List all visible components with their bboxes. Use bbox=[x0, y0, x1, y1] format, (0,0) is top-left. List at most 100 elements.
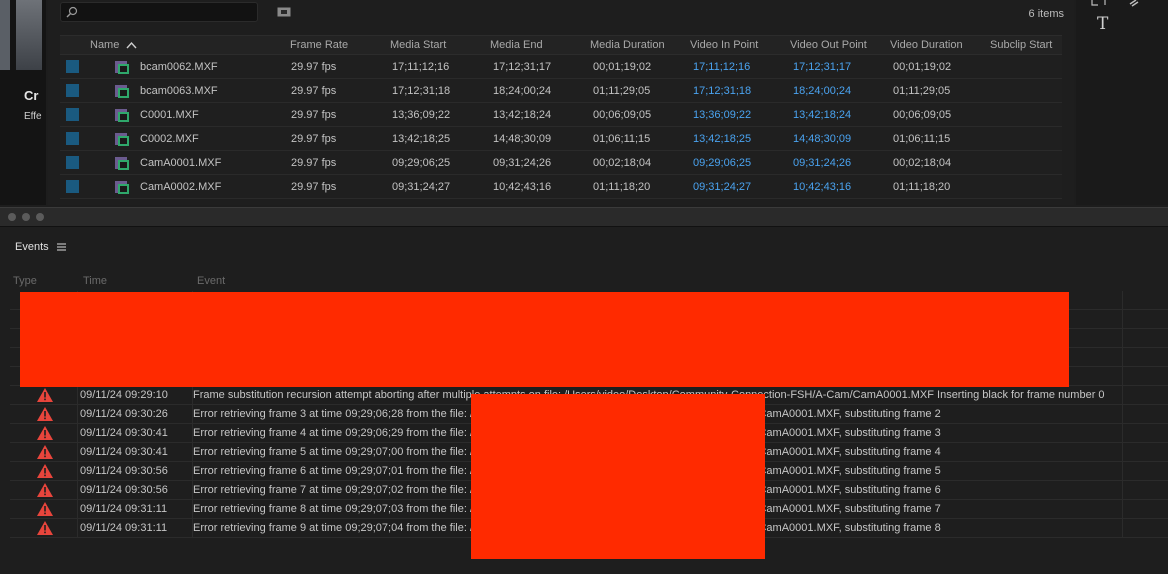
column-header-video-in-point[interactable]: Video In Point bbox=[690, 39, 758, 51]
table-row[interactable]: C0001.MXF 29.97 fps 13;36;09;22 13;42;18… bbox=[60, 103, 1062, 127]
media-end: 09;31;24;26 bbox=[493, 157, 552, 169]
table-row[interactable]: CamA0002.MXF 29.97 fps 09;31;24;27 10;42… bbox=[60, 175, 1062, 199]
sort-ascending-icon[interactable] bbox=[126, 41, 137, 49]
media-start: 17;11;12;16 bbox=[392, 61, 450, 73]
video-out-point[interactable]: 13;42;18;24 bbox=[793, 109, 851, 121]
label-color-swatch[interactable] bbox=[66, 84, 79, 97]
media-duration: 00;02;18;04 bbox=[593, 157, 652, 169]
column-header-name[interactable]: Name bbox=[90, 39, 119, 51]
type-tool-icon[interactable]: T bbox=[1097, 14, 1108, 34]
label-color-swatch[interactable] bbox=[66, 156, 79, 169]
clip-name[interactable]: C0001.MXF bbox=[140, 109, 199, 121]
warning-icon bbox=[37, 521, 53, 535]
column-header-video-out-point[interactable]: Video Out Point bbox=[790, 39, 867, 51]
event-time: 09/11/24 09:31:11 bbox=[80, 522, 168, 534]
clip-name[interactable]: CamA0001.MXF bbox=[140, 157, 221, 169]
left-panel-title: Cr bbox=[24, 88, 39, 103]
thumbnail[interactable] bbox=[0, 0, 10, 70]
label-color-swatch[interactable] bbox=[66, 180, 79, 193]
table-row[interactable]: bcam0063.MXF 29.97 fps 17;12;31;18 18;24… bbox=[60, 79, 1062, 103]
events-window: Events Type Time Event 09/11/24 09:29:10… bbox=[0, 207, 1168, 574]
video-duration: 01;11;29;05 bbox=[893, 85, 951, 97]
panel-menu-icon[interactable] bbox=[57, 243, 66, 251]
tools-panel: T bbox=[1076, 0, 1168, 205]
clip-name[interactable]: bcam0062.MXF bbox=[140, 61, 218, 73]
event-time: 09/11/24 09:30:56 bbox=[80, 465, 168, 477]
clip-icon bbox=[115, 157, 129, 170]
media-duration: 00;01;19;02 bbox=[593, 61, 652, 73]
window-zoom-button[interactable] bbox=[36, 213, 44, 221]
video-in-point[interactable]: 13;42;18;25 bbox=[693, 133, 751, 145]
media-start: 13;42;18;25 bbox=[392, 133, 451, 145]
video-out-point[interactable]: 17;12;31;17 bbox=[793, 61, 851, 73]
window-close-button[interactable] bbox=[8, 213, 16, 221]
clip-icon bbox=[115, 61, 129, 74]
events-panel-title[interactable]: Events bbox=[15, 241, 49, 253]
video-out-point[interactable]: 18;24;00;24 bbox=[793, 85, 851, 97]
column-header-media-end[interactable]: Media End bbox=[490, 39, 543, 51]
column-header-subclip-start[interactable]: Subclip Start bbox=[990, 39, 1052, 51]
tools-partial-icons[interactable] bbox=[1090, 0, 1150, 10]
frame-rate: 29.97 fps bbox=[291, 61, 337, 73]
video-in-point[interactable]: 09;29;06;25 bbox=[693, 157, 751, 169]
media-start: 09;29;06;25 bbox=[392, 157, 451, 169]
video-in-point[interactable]: 09;31;24;27 bbox=[693, 181, 751, 193]
event-time: 09/11/24 09:30:41 bbox=[80, 446, 168, 458]
search-input[interactable] bbox=[60, 2, 258, 22]
media-end: 14;48;30;09 bbox=[493, 133, 552, 145]
column-header-type[interactable]: Type bbox=[13, 275, 37, 287]
column-header-media-start[interactable]: Media Start bbox=[390, 39, 446, 51]
video-out-point[interactable]: 10;42;43;16 bbox=[793, 181, 851, 193]
video-in-point[interactable]: 17;11;12;16 bbox=[693, 61, 750, 73]
redaction-block bbox=[471, 394, 765, 559]
video-in-point[interactable]: 13;36;09;22 bbox=[693, 109, 751, 121]
event-time: 09/11/24 09:30:41 bbox=[80, 427, 168, 439]
media-start: 09;31;24;27 bbox=[392, 181, 451, 193]
event-time: 09/11/24 09:30:56 bbox=[80, 484, 168, 496]
clip-name[interactable]: C0002.MXF bbox=[140, 133, 199, 145]
window-minimize-button[interactable] bbox=[22, 213, 30, 221]
warning-icon bbox=[37, 464, 53, 478]
table-row[interactable]: CamA0001.MXF 29.97 fps 09;29;06;25 09;31… bbox=[60, 151, 1062, 175]
column-header-event[interactable]: Event bbox=[197, 275, 225, 287]
media-duration: 00;06;09;05 bbox=[593, 109, 652, 121]
search-icon bbox=[66, 6, 78, 18]
table-row[interactable]: C0002.MXF 29.97 fps 13;42;18;25 14;48;30… bbox=[60, 127, 1062, 151]
label-color-swatch[interactable] bbox=[66, 108, 79, 121]
left-panel: Cr Effe bbox=[0, 0, 46, 205]
clip-icon bbox=[115, 85, 129, 98]
redaction-block bbox=[20, 292, 1069, 387]
thumbnail[interactable] bbox=[16, 0, 42, 70]
frame-rate: 29.97 fps bbox=[291, 181, 337, 193]
clip-name[interactable]: bcam0063.MXF bbox=[140, 85, 218, 97]
column-header-frame-rate[interactable]: Frame Rate bbox=[290, 39, 348, 51]
window-titlebar[interactable] bbox=[0, 208, 1168, 227]
warning-icon bbox=[37, 426, 53, 440]
frame-rate: 29.97 fps bbox=[291, 157, 337, 169]
video-out-point[interactable]: 14;48;30;09 bbox=[793, 133, 851, 145]
new-bin-icon[interactable] bbox=[277, 6, 291, 17]
video-in-point[interactable]: 17;12;31;18 bbox=[693, 85, 751, 97]
video-out-point[interactable]: 09;31;24;26 bbox=[793, 157, 851, 169]
media-start: 13;36;09;22 bbox=[392, 109, 451, 121]
items-count: 6 items bbox=[1028, 8, 1064, 20]
app-window: Cr Effe 6 items Name Frame Rate Media St… bbox=[0, 0, 1168, 574]
table-header: Name Frame Rate Media Start Media End Me… bbox=[60, 35, 1062, 55]
label-color-swatch[interactable] bbox=[66, 132, 79, 145]
project-table: Name Frame Rate Media Start Media End Me… bbox=[60, 35, 1062, 199]
column-header-media-duration[interactable]: Media Duration bbox=[590, 39, 665, 51]
label-color-swatch[interactable] bbox=[66, 60, 79, 73]
video-duration: 00;01;19;02 bbox=[893, 61, 952, 73]
clip-icon bbox=[115, 181, 129, 194]
table-row[interactable]: bcam0062.MXF 29.97 fps 17;11;12;16 17;12… bbox=[60, 55, 1062, 79]
column-header-video-duration[interactable]: Video Duration bbox=[890, 39, 963, 51]
left-panel-subtitle: Effe bbox=[24, 111, 42, 122]
clip-name[interactable]: CamA0002.MXF bbox=[140, 181, 221, 193]
event-time: 09/11/24 09:29:10 bbox=[80, 389, 168, 401]
media-duration: 01;06;11;15 bbox=[593, 133, 651, 145]
media-end: 10;42;43;16 bbox=[493, 181, 552, 193]
event-time: 09/11/24 09:31:11 bbox=[80, 503, 168, 515]
frame-rate: 29.97 fps bbox=[291, 109, 337, 121]
warning-icon bbox=[37, 445, 53, 459]
column-header-time[interactable]: Time bbox=[83, 275, 107, 287]
